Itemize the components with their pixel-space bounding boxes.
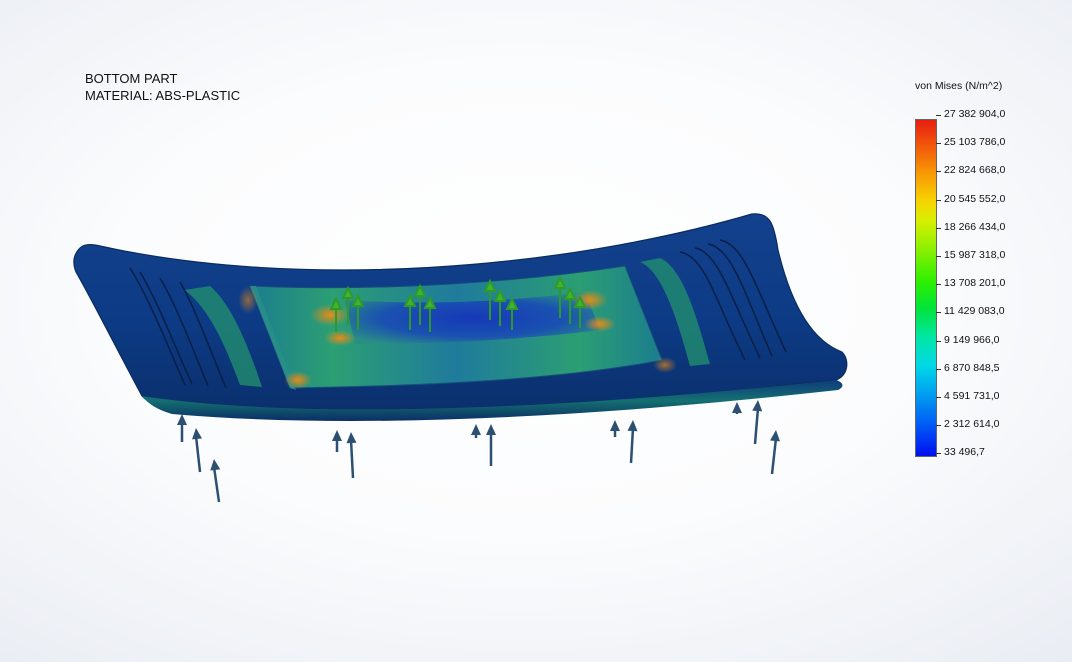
- color-scale-bar: [915, 119, 937, 457]
- legend-tick: [936, 397, 941, 398]
- legend-value: 2 312 614,0: [944, 418, 1000, 431]
- support-arrow: [610, 420, 620, 437]
- legend-value: 18 266 434,0: [944, 220, 1006, 233]
- support-arrow: [471, 424, 481, 438]
- hotspot: [310, 304, 350, 326]
- legend-tick: [936, 368, 941, 370]
- support-arrow: [752, 400, 763, 445]
- legend-value: 33 496,7: [944, 446, 985, 459]
- legend-title: von Mises (N/m^2): [915, 80, 1003, 92]
- support-arrow: [732, 402, 742, 414]
- legend-value: 27 382 904,0: [944, 108, 1006, 120]
- hotspot: [584, 316, 616, 332]
- support-arrow: [210, 459, 221, 503]
- support-arrow: [192, 428, 202, 473]
- legend-value: 4 591 731,0: [944, 390, 1000, 402]
- part-info: BOTTOM PART MATERIAL: ABS-PLASTIC: [85, 70, 240, 104]
- legend-tick: [936, 453, 941, 455]
- legend-value: 15 987 318,0: [944, 249, 1006, 261]
- support-arrow: [346, 432, 357, 479]
- support-arrow: [770, 430, 780, 475]
- legend-tick: [936, 284, 941, 286]
- legend-tick: [936, 171, 941, 173]
- legend-value: 22 824 668,0: [944, 164, 1006, 177]
- legend-tick: [936, 340, 941, 342]
- support-arrow: [332, 430, 342, 452]
- legend-value: 6 870 848,5: [944, 361, 1000, 374]
- material-label: MATERIAL: ABS-PLASTIC: [85, 88, 241, 103]
- hotspot: [324, 330, 356, 346]
- legend-tick: [936, 115, 941, 116]
- legend-value: 20 545 552,0: [944, 192, 1006, 205]
- legend-value: 13 708 201,0: [944, 277, 1006, 290]
- legend-tick: [936, 312, 941, 314]
- legend-tick: [936, 256, 941, 257]
- legend-tick: [936, 227, 941, 229]
- hotspot: [653, 357, 677, 373]
- legend-value: 25 103 786,0: [944, 136, 1006, 149]
- legend-tick: [936, 425, 941, 427]
- part-name: BOTTOM PART: [85, 71, 178, 86]
- support-arrow: [177, 414, 187, 442]
- support-arrow: [486, 424, 496, 466]
- legend-value: 11 429 083,0: [944, 305, 1005, 318]
- legend-tick: [936, 143, 941, 145]
- hotspot: [284, 371, 312, 389]
- support-arrow: [627, 420, 638, 464]
- legend-tick: [936, 199, 941, 201]
- hotspot: [238, 286, 258, 314]
- legend-value: 9 149 966,0: [944, 333, 1000, 346]
